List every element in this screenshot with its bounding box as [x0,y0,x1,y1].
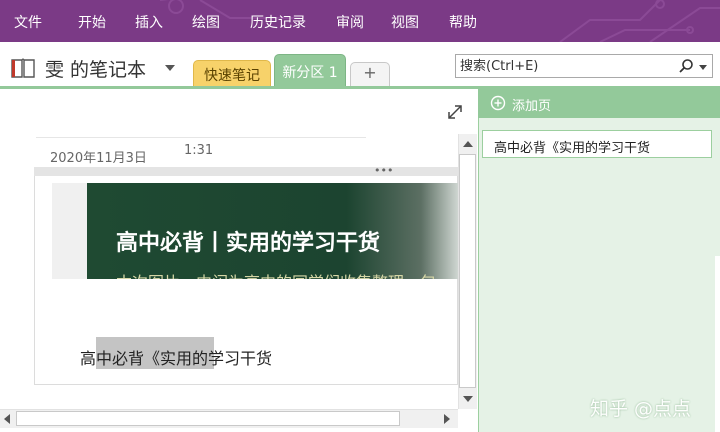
notebook-dropdown-chevron-icon[interactable] [165,65,175,71]
search-scope-chevron-icon[interactable] [699,65,707,70]
image-title: 高中必背丨实用的学习干货 [116,231,381,256]
expand-icon[interactable] [446,103,464,121]
pane-right-edge [715,256,720,432]
search-icon[interactable] [678,58,694,74]
note-text[interactable]: 高中必背《实用的学习干货 [80,345,272,369]
note-image[interactable]: 高中必背丨实用的学习干货 本次图片一内闪为高中的同学们收集整理，包 [87,183,458,279]
notebook-bar: 雯 的笔记本 快速笔记 新分区 1 + [0,42,720,88]
page-list-item-label: 高中必背《实用的学习干货 [494,141,651,156]
page-time: 1:31 [184,143,214,158]
menu-draw[interactable]: 绘图 [192,12,220,32]
search-input[interactable] [460,57,672,75]
vertical-scroll-thumb[interactable] [459,154,476,388]
menu-view[interactable]: 视图 [391,12,419,32]
tab-quick-notes[interactable]: 快速笔记 [193,60,271,86]
container-handle-dots[interactable]: ••• [374,164,393,177]
ribbon-tabs: 文件 开始 插入 绘图 历史记录 审阅 视图 帮助 [0,0,720,42]
menu-history[interactable]: 历史记录 [250,12,306,32]
note-container-handle[interactable] [34,167,458,176]
tab-section-1[interactable]: 新分区 1 [274,54,346,88]
page-list-item[interactable]: 高中必背《实用的学习干货 [482,130,712,158]
add-page-icon[interactable] [490,95,506,111]
horizontal-scroll-thumb[interactable] [16,411,400,426]
menu-review[interactable]: 审阅 [336,12,364,32]
menu-file[interactable]: 文件 [14,12,42,32]
page-canvas[interactable]: 2020年11月3日 1:31 ••• 高中必背丨实用的学习干货 本次图片一内闪… [0,89,478,432]
scroll-down-arrow-icon[interactable] [463,396,473,402]
watermark: 知乎 @点点 [590,398,692,420]
scroll-up-arrow-icon[interactable] [463,141,473,147]
onenote-window: 文件 开始 插入 绘图 历史记录 审阅 视图 帮助 雯 的笔记本 快速笔记 新分… [0,0,720,432]
image-subtitle: 本次图片一内闪为高中的同学们收集整理，包 [116,269,436,279]
page-title-line[interactable] [36,137,366,138]
image-margin [52,183,88,279]
notebook-title[interactable]: 雯 的笔记本 [45,55,146,82]
menu-help[interactable]: 帮助 [449,12,477,32]
add-page-label[interactable]: 添加页 [512,95,551,114]
scroll-left-arrow-icon[interactable] [4,414,10,424]
page-date: 2020年11月3日 [50,151,147,166]
notebook-icon [11,58,35,78]
add-section-button[interactable]: + [350,62,390,86]
search-box[interactable] [455,54,713,78]
scroll-right-arrow-icon[interactable] [444,414,450,424]
menu-insert[interactable]: 插入 [135,12,163,32]
menu-home[interactable]: 开始 [78,12,106,32]
